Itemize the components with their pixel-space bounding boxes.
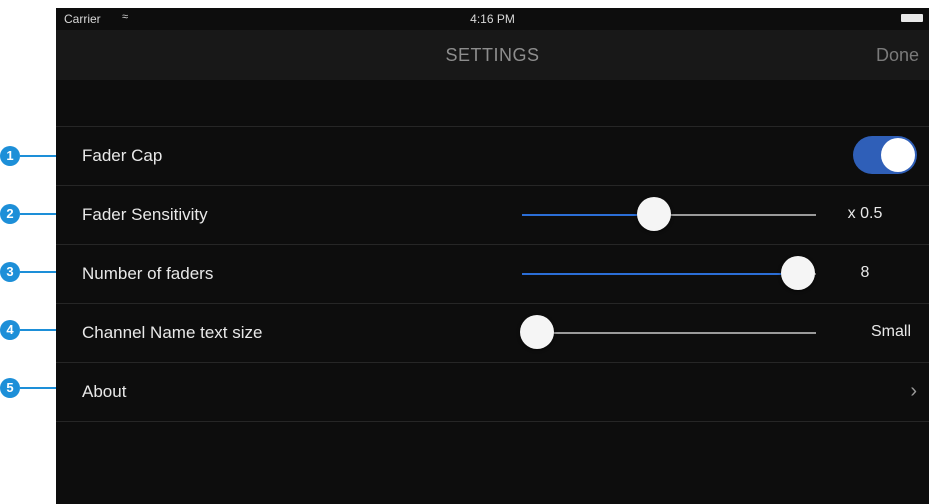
number-of-faders-label: Number of faders (82, 264, 214, 283)
setting-row-channel-name-text-size: Channel Name text size Small (56, 303, 929, 362)
slider-thumb[interactable] (781, 256, 816, 290)
setting-row-about[interactable]: About › (56, 362, 929, 422)
status-bar: Carrier ≈ 4:16 PM (56, 8, 929, 30)
number-of-faders-slider[interactable] (522, 256, 816, 290)
setting-row-number-of-faders: Number of faders 8 (56, 244, 929, 303)
callout-badge-5: 5 (0, 378, 20, 398)
channel-name-text-size-label: Channel Name text size (82, 323, 263, 342)
battery-icon (901, 14, 923, 22)
slider-thumb[interactable] (637, 197, 672, 231)
settings-screen: Carrier ≈ 4:16 PM SETTINGS Done Fader Ca… (56, 8, 929, 504)
toggle-knob (881, 138, 915, 172)
about-label: About (82, 382, 127, 401)
fader-cap-toggle[interactable] (853, 136, 917, 174)
setting-row-fader-sensitivity: Fader Sensitivity x 0.5 (56, 185, 929, 244)
callout-badge-3: 3 (0, 262, 20, 282)
channel-name-text-size-slider[interactable] (519, 315, 816, 349)
callout-badge-1: 1 (0, 146, 20, 166)
setting-row-fader-cap: Fader Cap (56, 126, 929, 185)
channel-name-text-size-value: Small (870, 323, 911, 340)
number-of-faders-value: 8 (860, 264, 870, 281)
callout-badge-4: 4 (0, 320, 20, 340)
chevron-right-icon: › (910, 380, 917, 402)
page-title: SETTINGS (445, 45, 540, 65)
fader-cap-label: Fader Cap (82, 146, 163, 165)
fader-sensitivity-label: Fader Sensitivity (82, 205, 208, 224)
callout-badge-2: 2 (0, 204, 20, 224)
slider-track (522, 332, 816, 334)
done-button[interactable]: Done (876, 45, 919, 66)
fader-sensitivity-slider[interactable] (522, 197, 816, 231)
settings-list: Fader Cap Fader Sensitivity x 0.5 Number… (56, 126, 929, 422)
slider-fill (522, 273, 799, 275)
slider-thumb[interactable] (519, 315, 554, 349)
status-time: 4:16 PM (470, 12, 515, 26)
fader-sensitivity-value: x 0.5 (847, 205, 883, 222)
slider-fill (522, 214, 655, 216)
nav-bar: SETTINGS Done (56, 30, 929, 80)
